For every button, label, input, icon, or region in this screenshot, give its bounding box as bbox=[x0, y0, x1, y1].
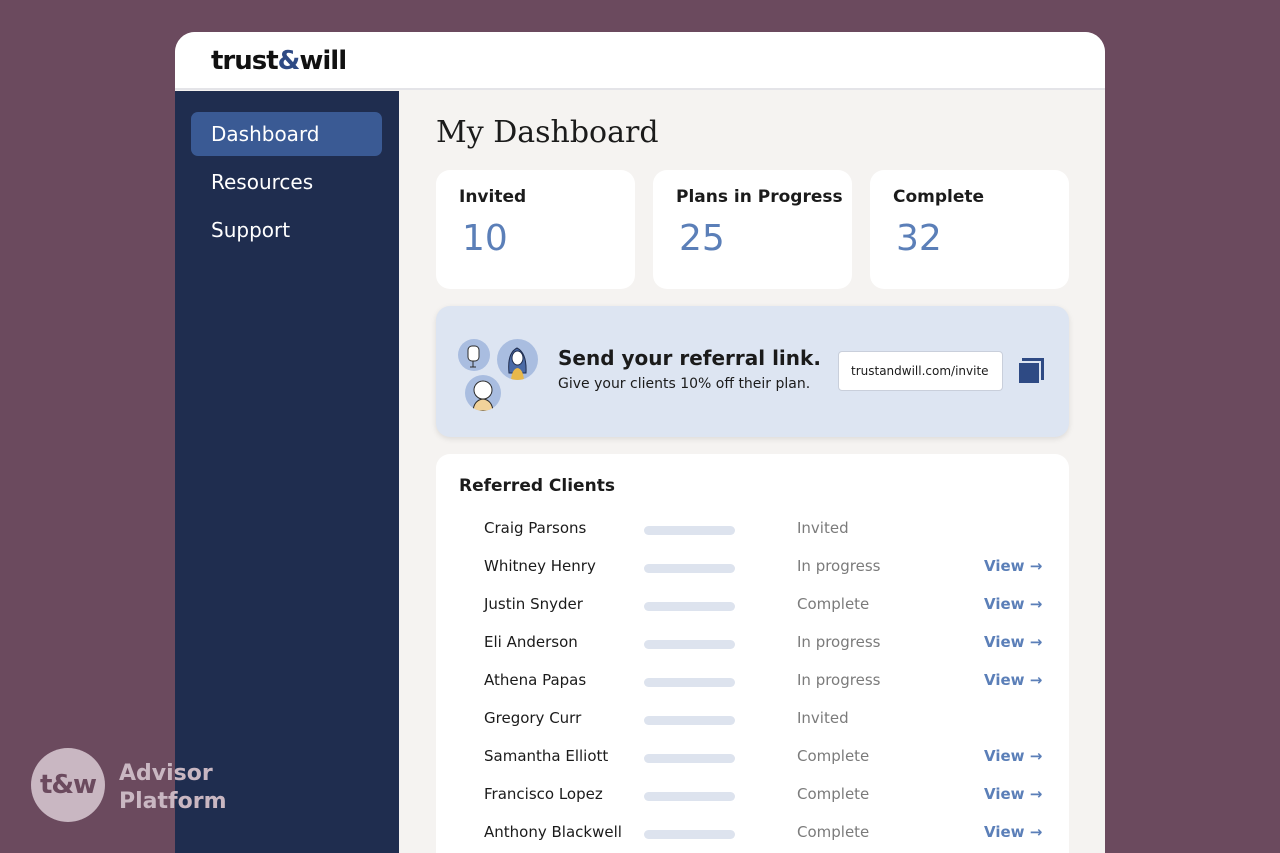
view-link[interactable]: View → bbox=[984, 557, 1042, 575]
client-status: Complete bbox=[797, 785, 870, 803]
brand-line-1: Advisor bbox=[119, 761, 213, 786]
progress-bar bbox=[644, 792, 735, 801]
stat-card-complete: Complete 32 bbox=[870, 170, 1069, 289]
avatar-icon bbox=[465, 375, 501, 411]
brand-mark-icon: t&w bbox=[31, 748, 105, 822]
client-status: Invited bbox=[797, 709, 849, 727]
stat-value: 10 bbox=[462, 218, 508, 259]
avatar-illustration-icon bbox=[467, 345, 480, 368]
table-row: Anthony Blackwell Complete View → bbox=[436, 813, 1069, 851]
client-name: Samantha Elliott bbox=[484, 747, 609, 765]
table-row: Francisco Lopez Complete View → bbox=[436, 775, 1069, 813]
app-window: trust&will Dashboard Resources Support M… bbox=[175, 32, 1105, 853]
client-status: Complete bbox=[797, 747, 870, 765]
clients-title: Referred Clients bbox=[459, 476, 615, 496]
client-name: Eli Anderson bbox=[484, 633, 578, 651]
client-status: Complete bbox=[797, 595, 870, 613]
progress-bar bbox=[644, 716, 735, 725]
progress-bar bbox=[644, 830, 735, 839]
brand-line-2: Platform bbox=[119, 789, 227, 814]
stat-label: Complete bbox=[893, 187, 985, 207]
referral-link-input[interactable] bbox=[838, 351, 1003, 391]
stat-value: 32 bbox=[896, 218, 942, 259]
logo-text-trust: trust bbox=[211, 46, 279, 76]
main-content: My Dashboard Invited 10 Plans in Progres… bbox=[399, 91, 1105, 853]
top-bar: trust&will bbox=[175, 32, 1105, 90]
view-link[interactable]: View → bbox=[984, 785, 1042, 803]
client-name: Athena Papas bbox=[484, 671, 587, 689]
logo[interactable]: trust&will bbox=[211, 46, 347, 76]
page-title: My Dashboard bbox=[436, 115, 659, 150]
sidebar: Dashboard Resources Support bbox=[175, 91, 399, 853]
referral-title: Send your referral link. bbox=[558, 346, 821, 370]
avatar-woman-icon bbox=[508, 347, 527, 380]
progress-bar bbox=[644, 564, 735, 573]
logo-text-will: will bbox=[299, 46, 347, 76]
table-row: Craig Parsons Invited bbox=[436, 509, 1069, 547]
table-row: Whitney Henry In progress View → bbox=[436, 547, 1069, 585]
client-name: Anthony Blackwell bbox=[484, 823, 622, 841]
view-link[interactable]: View → bbox=[984, 595, 1042, 613]
referral-card: Send your referral link. Give your clien… bbox=[436, 306, 1069, 437]
sidebar-item-label: Resources bbox=[211, 170, 314, 194]
progress-bar bbox=[644, 526, 735, 535]
sidebar-item-dashboard[interactable]: Dashboard bbox=[191, 112, 382, 156]
copy-link-button[interactable] bbox=[1016, 356, 1046, 386]
view-link[interactable]: View → bbox=[984, 823, 1042, 841]
progress-bar bbox=[644, 602, 735, 611]
client-name: Whitney Henry bbox=[484, 557, 596, 575]
copy-icon bbox=[1017, 358, 1044, 385]
stat-value: 25 bbox=[679, 218, 725, 259]
view-link[interactable]: View → bbox=[984, 747, 1042, 765]
view-link[interactable]: View → bbox=[984, 671, 1042, 689]
stat-label: Invited bbox=[459, 187, 527, 207]
client-name: Craig Parsons bbox=[484, 519, 587, 537]
avatar-elder-icon bbox=[472, 380, 494, 411]
client-name: Gregory Curr bbox=[484, 709, 582, 727]
table-row: Samantha Elliott Complete View → bbox=[436, 737, 1069, 775]
progress-bar bbox=[644, 678, 735, 687]
table-row: Eli Anderson In progress View → bbox=[436, 623, 1069, 661]
sidebar-item-label: Dashboard bbox=[211, 122, 320, 146]
referred-clients-card: Referred Clients Craig Parsons Invited W… bbox=[436, 454, 1069, 853]
referral-subtitle: Give your clients 10% off their plan. bbox=[558, 376, 811, 392]
stat-label: Plans in Progress bbox=[676, 187, 843, 207]
stat-card-invited: Invited 10 bbox=[436, 170, 635, 289]
table-row: Athena Papas In progress View → bbox=[436, 661, 1069, 699]
client-status: In progress bbox=[797, 633, 881, 651]
sidebar-item-resources[interactable]: Resources bbox=[191, 160, 382, 204]
client-status: In progress bbox=[797, 557, 881, 575]
client-name: Justin Snyder bbox=[484, 595, 583, 613]
brand-text: Advisor Platform bbox=[119, 760, 269, 816]
sidebar-item-label: Support bbox=[211, 218, 291, 242]
avatar-icon bbox=[458, 339, 490, 371]
client-name: Francisco Lopez bbox=[484, 785, 603, 803]
view-link[interactable]: View → bbox=[984, 633, 1042, 651]
table-row: Gregory Curr Invited bbox=[436, 699, 1069, 737]
stat-card-plans-in-progress: Plans in Progress 25 bbox=[653, 170, 852, 289]
sidebar-item-support[interactable]: Support bbox=[191, 208, 382, 252]
progress-bar bbox=[644, 754, 735, 763]
avatar-icon bbox=[497, 339, 538, 380]
progress-bar bbox=[644, 640, 735, 649]
client-status: Complete bbox=[797, 823, 870, 841]
logo-ampersand: & bbox=[277, 46, 301, 76]
client-status: Invited bbox=[797, 519, 849, 537]
table-row: Justin Snyder Complete View → bbox=[436, 585, 1069, 623]
client-status: In progress bbox=[797, 671, 881, 689]
